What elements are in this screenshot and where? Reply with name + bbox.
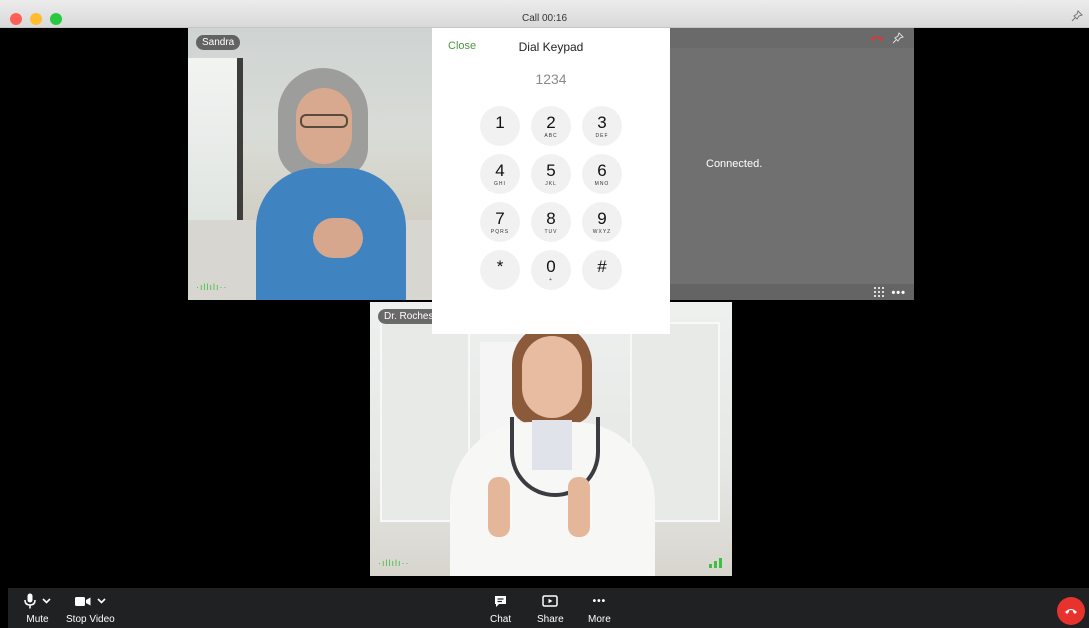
share-screen-icon — [542, 594, 559, 607]
more-button[interactable]: ••• More — [588, 592, 611, 626]
key-letters: TUV — [544, 228, 558, 235]
keypad-key-0[interactable]: 0 + — [531, 250, 571, 290]
key-letters: DEF — [595, 132, 609, 139]
keypad-key-1[interactable]: 1 — [480, 106, 520, 146]
keypad-key-7[interactable]: 7 PQRS — [480, 202, 520, 242]
audio-level-meter: ·ıllılı·· — [196, 282, 228, 292]
key-letters: PQRS — [490, 228, 510, 235]
signal-strength-icon — [709, 558, 722, 568]
chat-label: Chat — [490, 614, 512, 625]
participant-name-tag: Sandra — [196, 35, 241, 50]
keypad-key-4[interactable]: 4 GHI — [480, 154, 520, 194]
key-digit: 7 — [495, 208, 505, 228]
end-call-icon[interactable] — [870, 33, 884, 43]
connection-status: Connected. — [706, 158, 763, 170]
more-icon: ••• — [592, 595, 607, 607]
meeting-toolbar: Mute Stop Video Chat Share ••• More — [8, 588, 1089, 628]
more-label: More — [588, 614, 611, 625]
key-letters: JKL — [545, 180, 557, 187]
keypad-key-2[interactable]: 2 ABC — [531, 106, 571, 146]
microphone-icon — [24, 593, 36, 609]
keypad-key-3[interactable]: 3 DEF — [582, 106, 622, 146]
key-digit: 0 — [546, 256, 556, 276]
keypad-key-9[interactable]: 9 WXYZ — [582, 202, 622, 242]
key-digit: 1 — [495, 112, 505, 132]
key-digit: 8 — [546, 208, 556, 228]
key-letters: GHI — [494, 180, 506, 187]
key-letters: + — [549, 276, 553, 283]
stop-video-button[interactable]: Stop Video — [66, 592, 115, 625]
end-call-button[interactable] — [1057, 597, 1085, 625]
keypad-grid: 1 2 ABC 3 DEF 4 GHI 5 JKL 6 MNO 7 PQRS 8 TUV 9W… — [480, 106, 622, 290]
key-digit: # — [597, 256, 607, 276]
window-titlebar: Call 00:16 — [0, 0, 1089, 28]
participant-glasses — [300, 114, 348, 128]
key-digit: 4 — [495, 160, 505, 180]
chat-button[interactable]: Chat — [490, 592, 511, 625]
keypad-key-8[interactable]: 8 TUV — [531, 202, 571, 242]
keypad-key-star[interactable]: * — [480, 250, 520, 290]
key-digit: * — [496, 256, 504, 276]
chevron-down-icon[interactable] — [97, 598, 106, 604]
keypad-key-hash[interactable]: # — [582, 250, 622, 290]
key-digit: 3 — [597, 112, 607, 132]
key-letters: ABC — [544, 132, 558, 139]
keypad-title: Dial Keypad — [518, 40, 584, 54]
key-digit: 2 — [546, 112, 556, 132]
video-tile-sandra[interactable]: Sandra ·ıllılı·· — [188, 28, 433, 300]
tile-more-options-button[interactable]: ••• — [891, 287, 906, 299]
participant-face — [522, 336, 582, 418]
audio-level-meter: ·ıllılı·· — [378, 558, 410, 568]
key-letters: WXYZ — [592, 228, 612, 235]
share-button[interactable]: Share — [537, 592, 564, 625]
video-camera-icon — [74, 596, 91, 606]
chevron-down-icon[interactable] — [42, 598, 51, 604]
dial-keypad-panel: Close Dial Keypad 1234 1 2 ABC 3 DEF 4 GHI … — [432, 28, 670, 334]
end-call-icon — [1065, 609, 1077, 614]
participant-hand-right — [568, 477, 590, 537]
key-digit: 5 — [546, 160, 556, 180]
mute-label: Mute — [26, 614, 49, 625]
pin-icon[interactable] — [1071, 10, 1083, 22]
keypad-grid-icon[interactable] — [874, 287, 884, 297]
stop-video-label: Stop Video — [66, 614, 115, 625]
share-label: Share — [537, 614, 564, 625]
key-digit: 6 — [597, 160, 607, 180]
keypad-key-6[interactable]: 6 MNO — [582, 154, 622, 194]
participant-hand-left — [488, 477, 510, 537]
chat-icon — [495, 595, 507, 607]
participant-hands — [313, 218, 363, 258]
pin-icon[interactable] — [892, 32, 904, 44]
dialed-number-display: 1234 — [535, 71, 567, 87]
video-tile-phone-participant[interactable]: Connected. ••• — [668, 28, 914, 300]
window-title: Call 00:16 — [521, 13, 568, 24]
key-letters: MNO — [594, 180, 610, 187]
key-digit: 9 — [597, 208, 607, 228]
mute-button[interactable]: Mute — [24, 592, 51, 625]
background-window — [188, 58, 243, 228]
participant-name-tag: Dr. Roches — [378, 309, 440, 324]
video-tile-dr-roches[interactable]: Dr. Roches ·ıllılı·· — [370, 302, 732, 576]
keypad-key-5[interactable]: 5 JKL — [531, 154, 571, 194]
